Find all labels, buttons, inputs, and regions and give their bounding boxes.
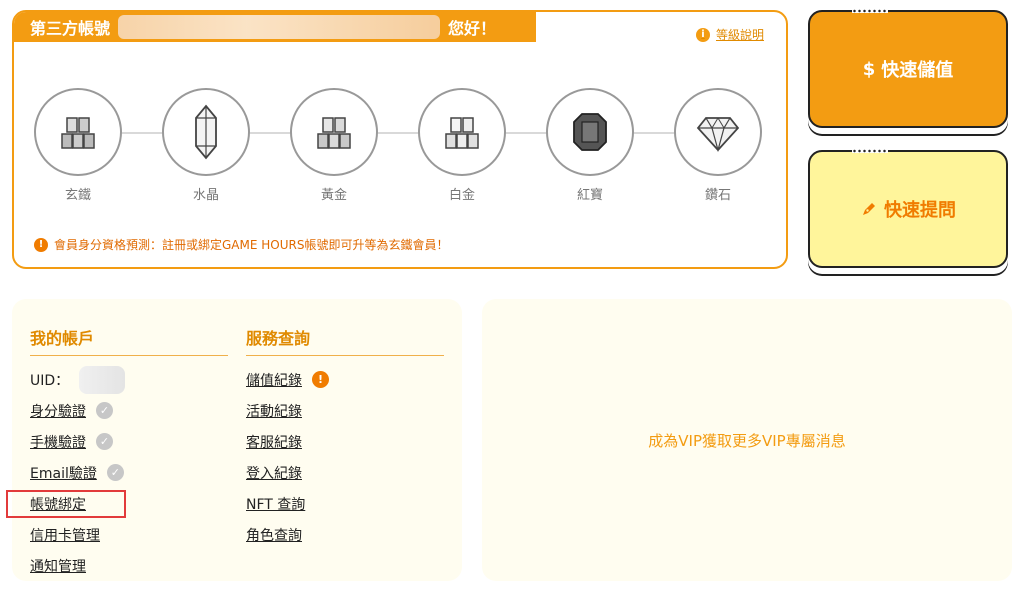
button-dots-decoration	[852, 149, 888, 153]
uid-row: UID：	[30, 364, 228, 395]
greeting-bar: 第三方帳號 您好！	[14, 12, 536, 42]
phone-verification-link[interactable]: 手機驗證	[30, 432, 86, 452]
iron-bars-icon	[61, 117, 95, 149]
service-query-title: 服務查詢	[246, 325, 444, 356]
account-panel: 我的帳戶 UID： 身分驗證 ✓ 手機驗證 ✓ Email驗證 ✓ 帳號綁定 信…	[12, 299, 462, 581]
level-circle	[34, 88, 122, 176]
warning-icon: !	[34, 237, 48, 252]
account-list: UID： 身分驗證 ✓ 手機驗證 ✓ Email驗證 ✓ 帳號綁定 信用卡管理	[30, 364, 228, 581]
my-account-column: 我的帳戶 UID： 身分驗證 ✓ 手機驗證 ✓ Email驗證 ✓ 帳號綁定 信…	[30, 325, 228, 581]
info-icon: i	[695, 27, 710, 42]
gold-bars-icon	[317, 117, 351, 149]
masked-username	[118, 15, 441, 39]
service-list: 儲值紀錄 ! 活動紀錄 客服紀錄 登入紀錄 NFT 查詢 角色查詢	[246, 364, 444, 550]
account-item-phone: 手機驗證 ✓	[30, 426, 228, 457]
level-gold: 黃金	[290, 88, 378, 203]
greeting-suffix: 您好！	[448, 19, 497, 38]
notice-text: 會員身分資格預測：註冊或綁定GAME HOURS帳號即可升等為玄鐵會員！	[54, 238, 449, 252]
level-label: 白金	[448, 188, 475, 203]
email-verification-link[interactable]: Email驗證	[30, 463, 97, 483]
character-query-link[interactable]: 角色查詢	[246, 525, 302, 545]
service-query-column: 服務查詢 儲值紀錄 ! 活動紀錄 客服紀錄 登入紀錄 NFT 查詢 角色查詢	[246, 325, 444, 550]
login-records-link[interactable]: 登入紀錄	[246, 463, 302, 483]
deposit-records-link[interactable]: 儲值紀錄	[246, 370, 302, 390]
notification-management-link[interactable]: 通知管理	[30, 556, 86, 576]
level-ruby: 紅寶	[546, 88, 634, 203]
level-label: 鑽石	[704, 188, 731, 203]
level-circle	[290, 88, 378, 176]
level-iron: 玄鐵	[34, 88, 122, 203]
masked-uid	[79, 365, 126, 394]
diamond-icon	[696, 117, 740, 153]
level-label: 水晶	[192, 188, 219, 203]
level-circle	[418, 88, 506, 176]
service-item-login-records: 登入紀錄	[246, 457, 444, 488]
level-circle	[162, 88, 250, 176]
quick-ask-button[interactable]: 快速提問	[808, 149, 1008, 268]
credit-card-management-link[interactable]: 信用卡管理	[30, 525, 100, 545]
identity-verification-link[interactable]: 身分驗證	[30, 401, 86, 421]
alert-icon: !	[312, 371, 329, 388]
level-help-link[interactable]: i 等級說明	[695, 26, 764, 43]
vip-panel: 成為VIP獲取更多VIP專屬消息	[482, 299, 1012, 581]
check-icon: ✓	[96, 433, 113, 450]
level-crystal: 水晶	[162, 88, 250, 203]
level-help-label: 等級說明	[715, 28, 764, 42]
activity-records-link[interactable]: 活動紀錄	[246, 401, 302, 421]
vip-message: 成為VIP獲取更多VIP專屬消息	[648, 431, 846, 450]
nft-query-link[interactable]: NFT 查詢	[246, 494, 305, 514]
level-diamond: 鑽石	[674, 88, 762, 203]
check-icon: ✓	[106, 464, 124, 481]
account-item-notifications: 通知管理	[30, 550, 228, 581]
uid-label: UID：	[30, 372, 70, 389]
highlight-box	[6, 490, 126, 518]
membership-notice: ! 會員身分資格預測：註冊或綁定GAME HOURS帳號即可升等為玄鐵會員！	[34, 236, 448, 253]
level-label: 紅寶	[576, 188, 603, 203]
crystal-icon	[195, 104, 217, 160]
level-circle	[546, 88, 634, 176]
service-item-nft-query: NFT 查詢	[246, 488, 444, 519]
level-platinum: 白金	[418, 88, 506, 203]
quick-deposit-button[interactable]: $ 快速儲值	[808, 9, 1008, 128]
ruby-icon	[573, 113, 607, 151]
account-item-credit-card: 信用卡管理	[30, 519, 228, 550]
button-dots-decoration	[852, 9, 888, 13]
support-records-link[interactable]: 客服紀錄	[246, 432, 302, 452]
service-item-deposit-records: 儲值紀錄 !	[246, 364, 444, 395]
pen-icon	[863, 203, 875, 215]
check-icon: ✓	[96, 402, 113, 419]
greeting-prefix: 第三方帳號	[30, 19, 111, 38]
member-level-card: 第三方帳號 您好！ i 等級說明 玄鐵 水晶 黃金 白金 紅寶 鑽石 ! 會員身…	[12, 10, 788, 269]
my-account-title: 我的帳戶	[30, 325, 228, 356]
level-label: 黃金	[320, 188, 347, 203]
level-label: 玄鐵	[64, 188, 91, 203]
account-item-email: Email驗證 ✓	[30, 457, 228, 488]
level-circle	[674, 88, 762, 176]
quick-ask-label: 快速提問	[884, 200, 956, 221]
service-item-character-query: 角色查詢	[246, 519, 444, 550]
dollar-icon: $	[862, 58, 876, 80]
service-item-support-records: 客服紀錄	[246, 426, 444, 457]
quick-deposit-label: 快速儲值	[881, 60, 954, 81]
platinum-bars-icon	[445, 117, 479, 149]
service-item-activity-records: 活動紀錄	[246, 395, 444, 426]
account-item-identity: 身分驗證 ✓	[30, 395, 228, 426]
